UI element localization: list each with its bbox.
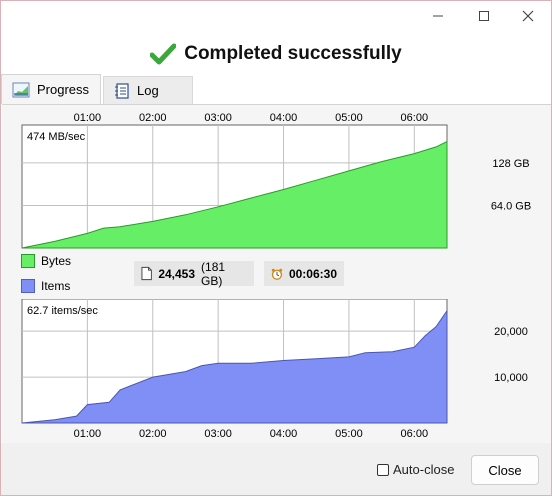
bytes-x-tick: 05:00 xyxy=(335,112,363,124)
tab-progress-label: Progress xyxy=(37,82,90,97)
file-icon xyxy=(141,266,152,281)
items-x-tick: 05:00 xyxy=(335,428,363,440)
bytes-y-tick: 64.0 GB xyxy=(491,200,531,212)
completion-title: Completed successfully xyxy=(184,43,402,64)
autoclose-label: Auto-close xyxy=(393,462,455,477)
notebook-icon xyxy=(115,82,129,99)
elapsed-time-value: 00:06:30 xyxy=(288,266,337,281)
autoclose-checkbox[interactable] xyxy=(377,463,389,476)
tab-log-label: Log xyxy=(137,83,159,98)
items-x-tick: 04:00 xyxy=(270,428,298,440)
autoclose-option[interactable]: Auto-close xyxy=(377,462,454,477)
items-y-tick: 20,000 xyxy=(494,326,528,338)
app-window: Completed successfully Progress Log 01:0… xyxy=(0,0,552,496)
elapsed-time-stat: 00:06:30 xyxy=(264,261,344,286)
completion-header: Completed successfully xyxy=(1,35,551,73)
file-count-value: 24,453 xyxy=(158,266,196,281)
bytes-x-tick: 01:00 xyxy=(74,112,102,124)
close-window-button[interactable] xyxy=(505,1,551,31)
bytes-x-tick: 04:00 xyxy=(270,112,298,124)
legend-items: Items xyxy=(21,279,70,293)
items-chart: 01:00 02:00 03:00 04:00 05:00 06:00 10,000 20,… xyxy=(21,299,528,440)
maximize-button[interactable] xyxy=(461,1,507,31)
items-y-tick: 10,000 xyxy=(494,372,528,384)
bytes-rate-label: 474 MB/sec xyxy=(27,131,86,143)
check-icon xyxy=(150,43,177,65)
legend-bytes: Bytes xyxy=(21,254,71,268)
minimize-button[interactable] xyxy=(415,1,461,31)
legend-bytes-label: Bytes xyxy=(41,254,72,268)
bytes-x-tick: 06:00 xyxy=(401,112,429,124)
bytes-x-tick: 03:00 xyxy=(204,112,232,124)
total-size-value: (181 GB) xyxy=(201,259,226,288)
items-x-tick: 03:00 xyxy=(204,428,232,440)
file-count-stat: 24,453 (181 GB) xyxy=(134,259,254,288)
items-x-tick: 02:00 xyxy=(139,428,167,440)
tab-strip: Progress Log xyxy=(1,74,551,104)
items-rate-label: 62.7 items/sec xyxy=(27,305,98,317)
bytes-swatch xyxy=(21,254,35,268)
items-x-tick: 06:00 xyxy=(401,428,429,440)
close-button[interactable]: Close xyxy=(471,455,539,485)
bytes-chart: 01:00 02:00 03:00 04:00 05:00 06:00 64.0 GB 12… xyxy=(21,112,531,249)
alarm-clock-icon xyxy=(271,268,283,280)
bytes-x-tick: 02:00 xyxy=(139,112,167,124)
items-x-tick: 01:00 xyxy=(74,428,102,440)
maximize-icon xyxy=(479,11,489,21)
tab-log[interactable]: Log xyxy=(103,76,193,104)
title-bar xyxy=(1,1,551,31)
legend-items-label: Items xyxy=(41,279,71,293)
items-swatch xyxy=(21,279,35,293)
bytes-y-tick: 128 GB xyxy=(492,158,529,170)
tab-progress[interactable]: Progress xyxy=(1,74,101,104)
chart-icon xyxy=(12,82,30,97)
minimize-icon xyxy=(433,15,443,17)
footer-bar xyxy=(1,443,551,495)
close-icon xyxy=(522,10,534,22)
